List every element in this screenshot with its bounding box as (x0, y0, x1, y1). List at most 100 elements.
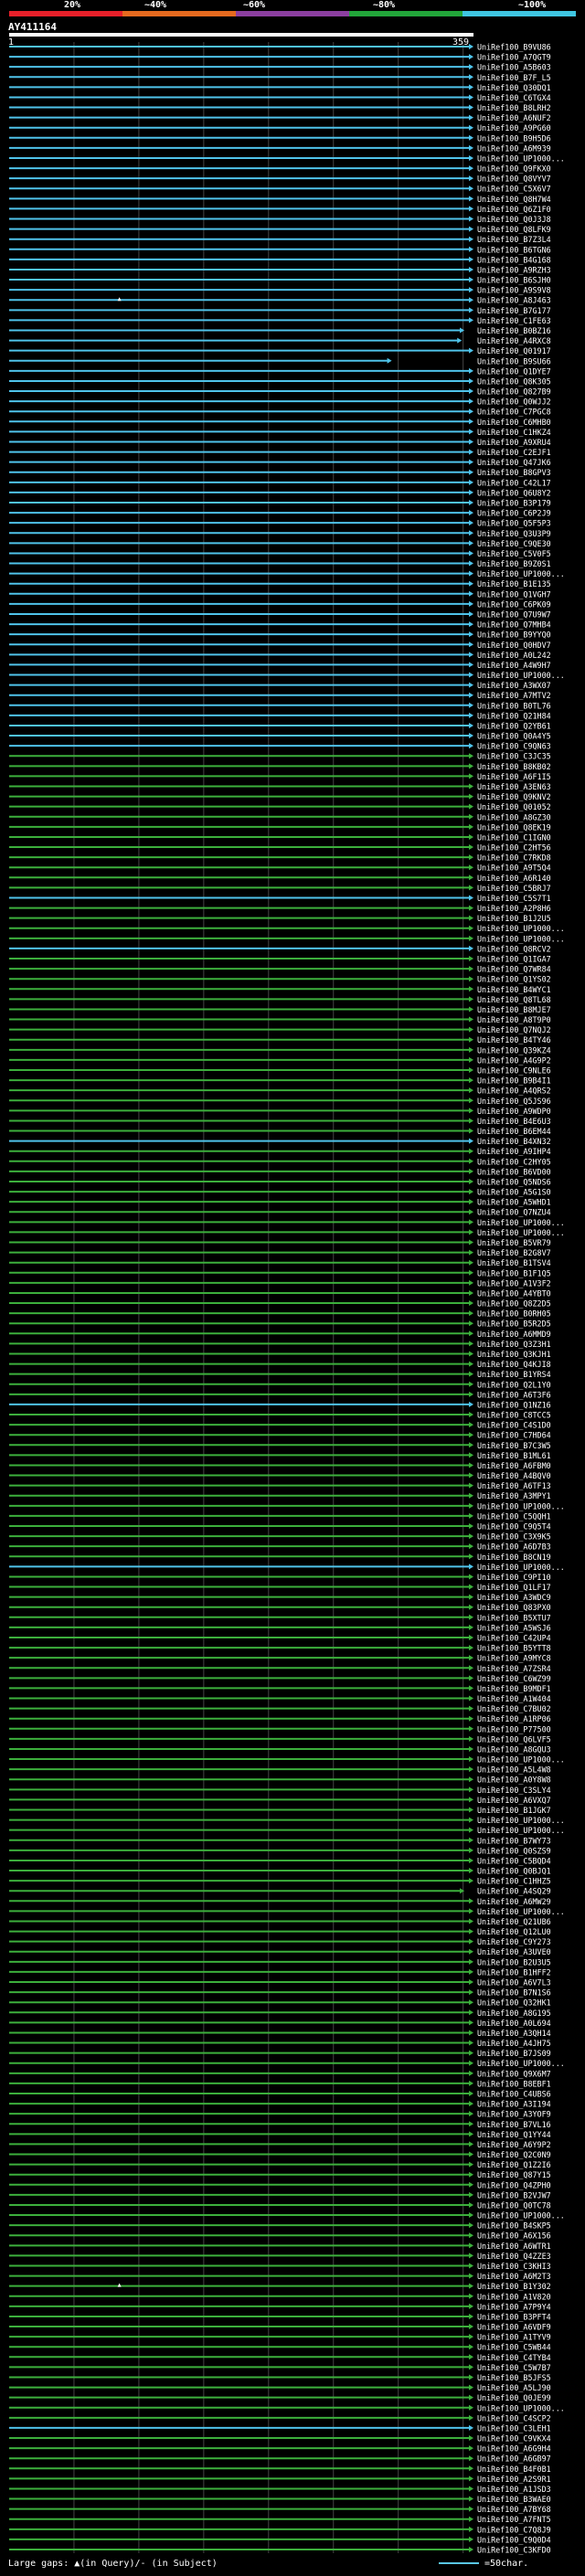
hit-label[interactable]: UniRef100_A6GB97 (477, 2454, 551, 2464)
hit-label[interactable]: UniRef100_B2U3U5 (477, 1957, 551, 1966)
hit-label[interactable]: UniRef100_B8KB02 (477, 762, 551, 771)
hit-label[interactable]: UniRef100_A9WDP0 (477, 1107, 551, 1116)
hit-label[interactable]: UniRef100_Q5F5P3 (477, 519, 551, 528)
hit-label[interactable]: UniRef100_UP1000... (477, 1816, 565, 1825)
hit-label[interactable]: UniRef100_A6V7L3 (477, 1978, 551, 1988)
hit-label[interactable]: UniRef100_B9MDF1 (477, 1684, 551, 1693)
hit-label[interactable]: UniRef100_UP1000... (477, 2211, 565, 2221)
hit-label[interactable]: UniRef100_A6T3F6 (477, 1390, 551, 1399)
hit-label[interactable]: UniRef100_A3WX07 (477, 681, 551, 690)
hit-label[interactable]: UniRef100_A6VXQ7 (477, 1796, 551, 1805)
hit-label[interactable]: UniRef100_A4RXC8 (477, 336, 551, 345)
hit-label[interactable]: UniRef100_UP1000... (477, 1228, 565, 1237)
hit-label[interactable]: UniRef100_A7ZSR4 (477, 1664, 551, 1673)
hit-label[interactable]: UniRef100_Q6U8Y2 (477, 488, 551, 497)
hit-label[interactable]: UniRef100_Q5JS96 (477, 1097, 551, 1106)
hit-label[interactable]: UniRef100_B2VJW7 (477, 2190, 551, 2200)
hit-label[interactable]: UniRef100_A6MMD9 (477, 1330, 551, 1339)
hit-label[interactable]: UniRef100_C7PGC8 (477, 408, 551, 417)
hit-label[interactable]: UniRef100_UP1000... (477, 1755, 565, 1765)
hit-label[interactable]: UniRef100_A4SQ29 (477, 1887, 551, 1896)
hit-label[interactable]: UniRef100_B8EBF1 (477, 2079, 551, 2088)
hit-label[interactable]: UniRef100_B9B4I1 (477, 1076, 551, 1086)
hit-label[interactable]: UniRef100_A6F1I5 (477, 772, 551, 781)
hit-label[interactable]: UniRef100_Q87Y15 (477, 2170, 551, 2179)
hit-label[interactable]: UniRef100_C4SCP2 (477, 2413, 551, 2422)
hit-label[interactable]: UniRef100_Q01917 (477, 346, 551, 355)
hit-label[interactable]: UniRef100_B3P179 (477, 499, 551, 508)
hit-label[interactable]: UniRef100_A3WDC9 (477, 1593, 551, 1602)
hit-label[interactable]: UniRef100_B0RH05 (477, 1309, 551, 1319)
hit-label[interactable]: UniRef100_C2HY05 (477, 1157, 551, 1166)
hit-label[interactable]: UniRef100_A9S9V8 (477, 286, 551, 295)
hit-label[interactable]: UniRef100_UP1000... (477, 1218, 565, 1227)
hit-label[interactable]: UniRef100_C3JC35 (477, 752, 551, 761)
hit-label[interactable]: UniRef100_B6EM44 (477, 1127, 551, 1136)
hit-label[interactable]: UniRef100_A8T9P0 (477, 1015, 551, 1024)
hit-label[interactable]: UniRef100_B6VD00 (477, 1167, 551, 1176)
hit-label[interactable]: UniRef100_B7VL16 (477, 2120, 551, 2129)
hit-label[interactable]: UniRef100_C5BQD4 (477, 1856, 551, 1865)
hit-label[interactable]: UniRef100_A4BQV0 (477, 1471, 551, 1480)
hit-label[interactable]: UniRef100_A1V3F2 (477, 1278, 551, 1288)
hit-label[interactable]: UniRef100_Q0TC78 (477, 2200, 551, 2210)
hit-label[interactable]: UniRef100_Q3Z3H1 (477, 1340, 551, 1349)
hit-label[interactable]: UniRef100_A0L242 (477, 651, 551, 660)
hit-label[interactable]: UniRef100_Q2C0N9 (477, 2150, 551, 2159)
hit-label[interactable]: UniRef100_Q8TL68 (477, 995, 551, 1004)
hit-label[interactable]: UniRef100_Q0SZS9 (477, 1846, 551, 1855)
hit-label[interactable]: UniRef100_C5BRJ7 (477, 884, 551, 893)
hit-label[interactable]: UniRef100_C1HHZ5 (477, 1877, 551, 1886)
hit-label[interactable]: UniRef100_A4QRS2 (477, 1087, 551, 1096)
hit-label[interactable]: UniRef100_B8LRH2 (477, 103, 551, 112)
hit-label[interactable]: UniRef100_A3QH14 (477, 2029, 551, 2038)
hit-label[interactable]: UniRef100_C3SLY4 (477, 1786, 551, 1795)
hit-label[interactable]: UniRef100_C9Y273 (477, 1937, 551, 1946)
hit-label[interactable]: UniRef100_C6TGX4 (477, 93, 551, 102)
hit-label[interactable]: UniRef100_B9VU86 (477, 43, 551, 52)
hit-label[interactable]: UniRef100_C42L17 (477, 478, 551, 487)
hit-label[interactable]: UniRef100_A8J463 (477, 296, 551, 305)
hit-label[interactable]: UniRef100_Q8K305 (477, 376, 551, 386)
hit-label[interactable]: UniRef100_A3UVE0 (477, 1947, 551, 1956)
hit-label[interactable]: UniRef100_A2P8H6 (477, 904, 551, 913)
hit-label[interactable]: UniRef100_Q6LVF5 (477, 1734, 551, 1744)
hit-label[interactable]: UniRef100_Q8LFK9 (477, 225, 551, 234)
hit-label[interactable]: UniRef100_B5R2D5 (477, 1320, 551, 1329)
hit-label[interactable]: UniRef100_B3WAE0 (477, 2495, 551, 2504)
hit-label[interactable]: UniRef100_Q9FKX0 (477, 164, 551, 174)
hit-label[interactable]: UniRef100_A3YOF9 (477, 2110, 551, 2119)
hit-label[interactable]: UniRef100_C1HKZ4 (477, 428, 551, 437)
hit-label[interactable]: UniRef100_C3KHI3 (477, 2262, 551, 2271)
hit-label[interactable]: UniRef100_A3MPY1 (477, 1491, 551, 1500)
hit-label[interactable]: UniRef100_C4TYB4 (477, 2353, 551, 2362)
hit-label[interactable]: UniRef100_Q8EK19 (477, 822, 551, 832)
hit-label[interactable]: UniRef100_Q1YY44 (477, 2130, 551, 2139)
hit-label[interactable]: UniRef100_B1JGK7 (477, 1806, 551, 1815)
hit-label[interactable]: UniRef100_A5L4W8 (477, 1765, 551, 1775)
hit-label[interactable]: UniRef100_A4JH75 (477, 2039, 551, 2048)
hit-label[interactable]: UniRef100_Q8VYV7 (477, 175, 551, 184)
hit-label[interactable]: UniRef100_Q3KJH1 (477, 1350, 551, 1359)
hit-label[interactable]: UniRef100_C4UBS6 (477, 2089, 551, 2098)
hit-label[interactable]: UniRef100_C9PI10 (477, 1573, 551, 1582)
hit-label[interactable]: UniRef100_A9RZH3 (477, 265, 551, 274)
hit-label[interactable]: UniRef100_B2G8V7 (477, 1248, 551, 1257)
hit-label[interactable]: UniRef100_UP1000... (477, 924, 565, 933)
hit-label[interactable]: UniRef100_UP1000... (477, 671, 565, 680)
hit-label[interactable]: UniRef100_Q8RCV2 (477, 944, 551, 953)
hit-label[interactable]: UniRef100_C7BU02 (477, 1704, 551, 1713)
hit-label[interactable]: UniRef100_A6MW29 (477, 1897, 551, 1906)
hit-label[interactable]: UniRef100_A1W404 (477, 1694, 551, 1703)
hit-label[interactable]: UniRef100_C5S7T1 (477, 894, 551, 903)
hit-label[interactable]: UniRef100_A6M939 (477, 143, 551, 153)
hit-label[interactable]: UniRef100_B8CN19 (477, 1553, 551, 1562)
hit-label[interactable]: UniRef100_UP1000... (477, 1563, 565, 1572)
hit-label[interactable]: UniRef100_B1HFF2 (477, 1967, 551, 1977)
hit-label[interactable]: UniRef100_B7F_L5 (477, 73, 551, 82)
hit-label[interactable]: UniRef100_B9Z0S1 (477, 559, 551, 568)
hit-label[interactable]: UniRef100_C6P2J9 (477, 509, 551, 518)
hit-label[interactable]: UniRef100_B9SU66 (477, 356, 551, 366)
hit-label[interactable]: UniRef100_C9QN63 (477, 742, 551, 751)
hit-label[interactable]: UniRef100_C5X6V7 (477, 185, 551, 194)
